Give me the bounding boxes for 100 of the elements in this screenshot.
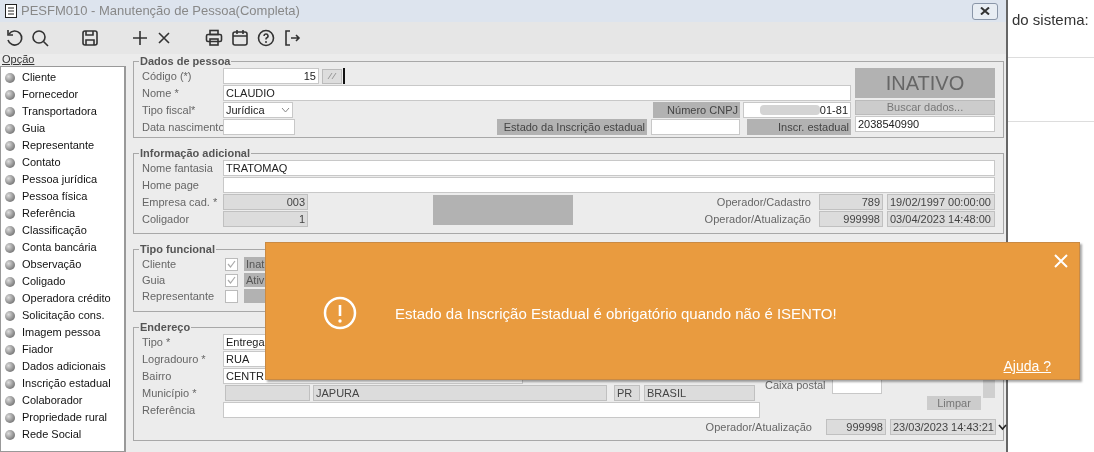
dropdown[interactable]: Jurídica (223, 102, 293, 118)
group-title: Informação adicional (139, 146, 252, 160)
field-label: Logradouro * (142, 352, 207, 367)
window-title: PESFM010 - Manutenção de Pessoa(Completa) (21, 2, 300, 21)
input-field[interactable]: 15 (223, 68, 319, 84)
bullet-icon (5, 89, 15, 100)
sidebar-item[interactable]: Pessoa física (22, 188, 88, 205)
sidebar-item[interactable]: Classificação (22, 222, 87, 239)
readonly-field: JAPURA (313, 385, 607, 401)
bullet-icon (5, 72, 15, 83)
sidebar-item[interactable]: Fiador (22, 341, 54, 358)
bullet-icon (5, 157, 15, 168)
field-label: Código (*) (142, 69, 193, 84)
input-field[interactable] (223, 402, 760, 418)
input-field[interactable] (223, 119, 295, 135)
readonly-field: 19/02/1997 00:00:00 (887, 194, 995, 210)
field-label: Cliente (142, 257, 178, 272)
field-label: Município * (142, 386, 198, 401)
group-title: Dados de pessoa (139, 54, 232, 68)
sidebar-item[interactable]: Conta bancária (22, 239, 97, 256)
checkbox[interactable] (225, 257, 238, 271)
input-field[interactable]: CLAUDIO (223, 85, 851, 101)
bullet-icon (5, 225, 15, 236)
sidebar-item[interactable]: Observação (22, 256, 82, 273)
bullet-icon (5, 140, 15, 151)
field-label: Operador/Atualização (704, 212, 811, 227)
sidebar-item[interactable]: Coligado (22, 273, 66, 290)
field-label: Guia (142, 273, 167, 288)
bullet-icon (5, 395, 15, 406)
readonly-field: 789 (819, 194, 883, 210)
field-label: Empresa cad. * (142, 195, 219, 210)
close-icon (1054, 254, 1068, 268)
field-label: Caixa postal (765, 378, 827, 393)
group-title: Tipo funcional (139, 242, 216, 256)
bullet-icon (5, 310, 15, 321)
sidebar-item[interactable]: Propriedade rural (22, 409, 107, 426)
field-label: Nome * (142, 86, 180, 101)
sidebar-item[interactable]: Contato (22, 154, 61, 171)
close-button[interactable] (972, 2, 998, 20)
sidebar-item[interactable]: Solicitação cons. (22, 307, 105, 324)
sidebar-item[interactable]: Inscrição estadual (22, 375, 111, 392)
sidebar-item[interactable]: Operadora crédito (22, 290, 111, 307)
bullet-icon (5, 412, 15, 423)
field-label: Nome fantasia (142, 161, 214, 176)
input-field[interactable]: TRATOMAQ (223, 160, 995, 176)
sidebar-item[interactable]: Colaborador (22, 392, 83, 409)
bullet-icon (5, 174, 15, 185)
sidebar-item[interactable]: Transportadora (22, 103, 97, 120)
close-icon (980, 7, 990, 15)
sidebar-item[interactable]: Rede Social (22, 426, 82, 443)
notification-message: Estado da Inscrição Estadual é obrigatório quando não é ISENTO! (395, 304, 837, 324)
chevron-down-icon (998, 423, 1007, 431)
sidebar-item[interactable]: Pessoa jurídica (22, 171, 98, 188)
checkbox[interactable] (225, 289, 238, 303)
alert-icon (323, 296, 357, 330)
plus-icon[interactable] (130, 28, 150, 48)
bullet-icon (5, 123, 15, 134)
input-field[interactable]: 01-81 (743, 102, 851, 118)
readonly-field: 23/03/2023 14:43:21 (890, 419, 996, 435)
readonly-field: 999998 (826, 419, 886, 435)
bullet-icon (5, 106, 15, 117)
bullet-icon (5, 361, 15, 372)
bullet-icon (5, 191, 15, 202)
printer-icon[interactable] (204, 28, 224, 48)
sidebar-item[interactable]: Referência (22, 205, 76, 222)
readonly-field: PR (614, 385, 640, 401)
slash-icon (327, 72, 337, 80)
group-title: Endereço (139, 320, 192, 334)
readonly-field: 03/04/2023 14:48:00 (887, 211, 995, 227)
refresh-icon[interactable] (4, 28, 24, 48)
readonly-field: 1 (223, 211, 308, 227)
checkbox[interactable] (225, 273, 238, 287)
dropdown-value: Jurídica (226, 103, 265, 117)
field-value: CLAUDIO (226, 86, 275, 100)
field-label: Data nascimento (142, 120, 223, 135)
readonly-field: 999998 (819, 211, 883, 227)
search-icon[interactable] (30, 28, 50, 48)
sidebar-item[interactable]: Fornecedor (22, 86, 79, 103)
calendar-icon[interactable] (230, 28, 250, 48)
field-label: Número CNPJ (653, 102, 740, 118)
bullet-icon (5, 327, 15, 338)
sidebar-item[interactable]: Dados adicionais (22, 358, 106, 375)
sidebar-item[interactable]: Representante (22, 137, 95, 154)
page-text: do sistema: (1012, 10, 1090, 30)
input-field[interactable] (223, 177, 995, 193)
help-icon[interactable] (256, 28, 276, 48)
save-icon[interactable] (80, 28, 100, 48)
lookup-button[interactable] (322, 68, 342, 84)
sidebar-item[interactable]: Guia (22, 120, 46, 137)
field-label: Home page (142, 178, 200, 193)
exit-icon[interactable] (282, 28, 302, 48)
field-label: Inscr. estadual (747, 119, 851, 135)
field-label: Estado da Inscrição estadual (497, 119, 647, 135)
field-label: Representante (142, 289, 216, 304)
input-field[interactable]: 2038540990 (855, 116, 995, 132)
document-icon (4, 3, 18, 19)
input-field[interactable] (651, 119, 740, 135)
field-label: Referência (142, 403, 197, 418)
sidebar-item[interactable]: Cliente (22, 69, 57, 86)
sidebar-item[interactable]: Imagem pessoa (22, 324, 101, 341)
